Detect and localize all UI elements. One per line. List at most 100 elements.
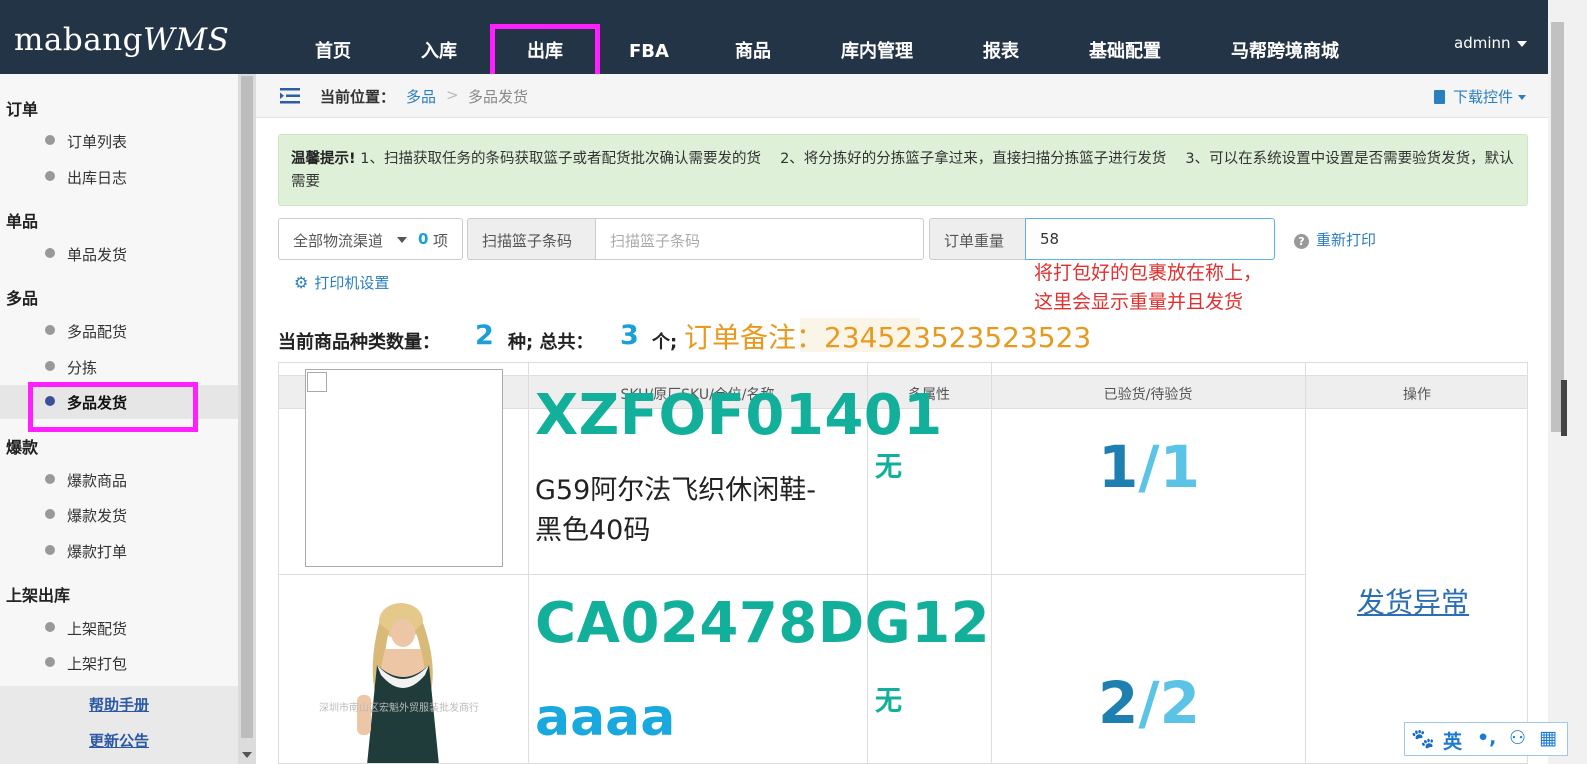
ime-toolbar[interactable]: 🐾 英 •, ⚇ ▦ [1404,722,1568,756]
row1-sku: XZFOF01401 [535,383,943,448]
photo-watermark: 深圳市南山区宏魁外贸服装批发商行 [319,703,479,714]
column-divider [1305,363,1306,763]
product-image-placeholder [305,369,503,567]
update-notice-link[interactable]: 更新公告 [0,730,238,751]
sidebar-item-shelf-allocate[interactable]: 上架配货 [0,611,238,645]
column-divider [528,363,529,763]
sidebar-item-hot-print[interactable]: 爆款打单 [0,534,238,568]
breadcrumb-parent-link[interactable]: 多品 [406,86,436,107]
bullet-icon [45,171,55,181]
window-scrollbar[interactable] [1548,0,1587,764]
menu-toggle-icon[interactable] [280,88,300,104]
sidebar-item-hot-products[interactable]: 爆款商品 [0,463,238,497]
tips-alert: 温馨提示! 1、扫描获取任务的条码获取篮子或者配货批次确认需要发的货 2、将分拣… [278,134,1528,206]
app-logo[interactable]: mabangWMS [14,22,229,58]
user-icon[interactable]: ⚇ [1509,727,1526,749]
sidebar-group-shelf: 上架出库 [6,586,71,605]
row1-product-name: G59阿尔法飞织休闲鞋- 黑色40码 [535,475,817,546]
sidebar-group-multi: 多品 [6,289,39,308]
row-divider [279,574,1305,575]
order-weight-label: 订单重量 [929,218,1026,260]
sidebar-item-multi-allocate[interactable]: 多品配货 [0,314,238,348]
nav-basic-config[interactable]: 基础配置 [1078,22,1172,74]
bullet-icon [45,135,55,145]
row2-extra: aaaa [535,688,676,748]
total-count: 3 [620,320,639,351]
download-icon [1434,90,1445,104]
user-menu[interactable]: adminn [1454,34,1527,52]
nav-fba[interactable]: FBA [616,22,682,74]
sidebar-item-single-ship[interactable]: 单品发货 [0,237,238,271]
highlight-box [28,382,198,432]
nav-products[interactable]: 商品 [720,22,786,74]
logistics-channel-select[interactable]: 全部物流渠道 0 项 [278,218,463,260]
breadcrumb-current: 多品发货 [468,88,529,106]
shipping-exception-link[interactable]: 发货异常 [1357,581,1469,621]
order-remark: 订单备注：234523523523523 [684,321,1092,354]
breadcrumb-label: 当前位置： [320,88,396,106]
basket-barcode-input[interactable]: 扫描篮子条码 [595,218,924,260]
bullet-icon [45,248,55,258]
top-nav-bar: mabangWMS 首页 入库 出库 FBA 商品 库内管理 报表 基础配置 马… [0,0,1548,80]
alert-text: 1、扫描获取任务的条码获取篮子或者配货批次确认需要发的货 2、将分拣好的分拣篮子… [291,151,1514,190]
product-photo [349,603,459,763]
paw-icon[interactable]: 🐾 [1411,727,1435,750]
nav-mabang-mall[interactable]: 马帮跨境商城 [1220,22,1350,74]
nav-warehouse-management[interactable]: 库内管理 [832,22,922,74]
bullet-icon [45,509,55,519]
bullet-icon [45,325,55,335]
sidebar-group-hot: 爆款 [6,438,39,457]
row2-attributes: 无 [875,686,902,717]
ime-language[interactable]: 英 [1443,727,1462,754]
scroll-down-arrow-icon[interactable] [242,752,252,758]
help-icon: ? [1294,234,1309,249]
sidebar-group-single: 单品 [6,212,39,231]
sidebar-item-outbound-log[interactable]: 出库日志 [0,160,238,194]
reprint-button[interactable]: ? 重新打印 [1294,229,1376,250]
chevron-down-icon [397,237,407,243]
help-manual-link[interactable]: 帮助手册 [0,694,238,715]
nav-reports[interactable]: 报表 [966,22,1036,74]
bullet-icon [45,474,55,484]
sidebar-item-shelf-pack[interactable]: 上架打包 [0,646,238,680]
kinds-count: 2 [475,320,494,351]
punctuation-icon[interactable]: •, [1477,727,1496,749]
sidebar-item-order-list[interactable]: 订单列表 [0,124,238,158]
bullet-icon [45,545,55,555]
sidebar-group-orders: 订单 [6,100,39,119]
row2-sku: CA02478DG12 [535,591,991,656]
product-table: 图片 SKU/原厂SKU/仓位/名称 多属性 已验货/待验货 操作 XZFOF0… [278,362,1528,764]
basket-barcode-label: 扫描篮子条码 [467,218,596,260]
weight-annotation: 将打包好的包裹放在称上， 这里会显示重量并且发货 [1034,262,1263,313]
row1-checked-ratio: 1/1 [1098,433,1200,501]
download-plugin-button[interactable]: 下载控件 [1434,86,1527,107]
channel-count: 0 [418,230,429,248]
chevron-down-icon [1518,95,1527,100]
scrollbar-thumb[interactable] [1551,22,1564,432]
nav-inbound[interactable]: 入库 [406,22,472,74]
header-actions: 操作 [1403,387,1431,403]
bullet-icon [45,622,55,632]
sidebar-item-hot-ship[interactable]: 爆款发货 [0,498,238,532]
select-all-checkbox[interactable] [307,372,327,392]
order-weight-input[interactable]: 58 [1025,218,1275,260]
printer-settings-button[interactable]: ⚙ 打印机设置 [294,272,389,293]
breadcrumb-separator: > [446,86,459,104]
breadcrumb: 当前位置： 多品 > 多品发货 下载控件 [256,74,1548,118]
header-checked: 已验货/待验货 [1103,387,1193,403]
nav-home[interactable]: 首页 [300,22,366,74]
sidebar-scrollbar[interactable] [238,74,256,764]
grid-icon[interactable]: ▦ [1539,727,1557,749]
bullet-icon [45,657,55,667]
bullet-icon [45,361,55,371]
chevron-down-icon [1516,40,1527,47]
row1-attributes: 无 [875,452,902,483]
row2-checked-ratio: 2/2 [1098,669,1200,737]
sidebar-item-sorting[interactable]: 分拣 [0,350,238,384]
sidebar-scrollbar-thumb[interactable] [241,76,253,738]
gear-icon: ⚙ [294,273,309,292]
alert-title: 温馨提示! [291,151,356,167]
nav-outbound[interactable]: 出库 [490,24,600,80]
column-divider [991,363,992,763]
scroll-indicator [1561,380,1567,436]
